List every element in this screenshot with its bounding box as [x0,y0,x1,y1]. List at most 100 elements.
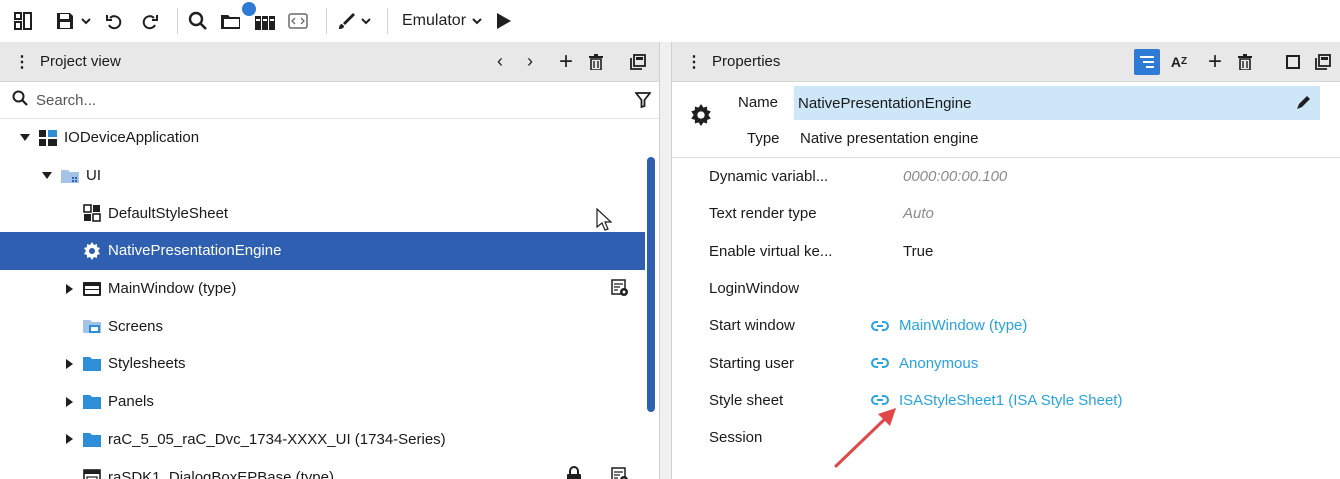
property-label: Starting user [709,354,795,372]
property-label: Dynamic variabl... [709,168,829,186]
caret-collapsed-icon[interactable] [62,283,76,294]
pencil-icon[interactable] [1294,94,1312,116]
redo-icon[interactable] [139,6,159,36]
type-label: Type [747,130,780,147]
popout-window-icon[interactable] [1308,47,1338,77]
name-row: Name NativePresentationEngine [672,86,1340,120]
tree-item-label: IODeviceApplication [64,129,200,147]
name-value: NativePresentationEngine [798,94,972,112]
folder-icon[interactable] [220,6,242,36]
popout-window-icon[interactable] [623,47,653,77]
toolbar-divider [46,8,47,34]
filter-icon[interactable] [635,92,651,108]
property-row-style-sheet[interactable]: Style sheet ISAStyleSheet1 (ISA Style Sh… [672,382,1340,419]
add-icon[interactable]: + [551,47,581,77]
search-icon [12,90,28,110]
tree-item-label: Screens [108,317,164,335]
name-field[interactable]: NativePresentationEngine [794,86,1320,120]
property-row-text-render-type[interactable]: Text render type Auto [672,195,1340,232]
group-by-category-icon[interactable] [1134,48,1160,75]
property-value[interactable]: Auto [903,205,934,222]
tree-item-stylesheets[interactable]: Stylesheets [0,345,659,383]
code-icon[interactable] [288,6,308,36]
project-view-panel: ⋮ Project view ‹ › + IODevic [0,42,660,479]
brush-icon[interactable] [337,6,357,36]
tree-item-iodeviceapplication[interactable]: IODeviceApplication [0,119,659,157]
tree-item-rac-1734-series[interactable]: raC_5_05_raC_Dvc_1734-XXXX_UI (1734-Seri… [0,421,659,459]
caret-expanded-icon[interactable] [18,134,32,142]
kebab-menu-icon[interactable]: ⋮ [686,52,702,72]
chevron-down-icon[interactable] [81,6,91,36]
delete-icon[interactable] [1230,47,1260,77]
project-tree: IODeviceApplication UI DefaultStyleSheet… [0,119,659,479]
tree-item-screens[interactable]: Screens [0,307,659,345]
search-input[interactable] [36,91,596,109]
type-editor-icon[interactable] [611,279,629,297]
add-icon[interactable]: + [1200,47,1230,77]
property-row-start-window[interactable]: Start window MainWindow (type) [672,307,1340,344]
tree-item-label: UI [86,167,101,185]
caret-expanded-icon[interactable] [40,172,54,180]
property-link[interactable]: Anonymous [871,355,978,372]
tree-item-ui[interactable]: UI [0,157,659,195]
link-icon [871,394,889,406]
kebab-menu-icon[interactable]: ⋮ [14,52,30,72]
link-icon [871,320,889,332]
type-editor-icon[interactable] [611,467,629,479]
property-link[interactable]: MainWindow (type) [871,317,1027,334]
sort-alphabetical-icon[interactable]: AZ [1164,47,1194,77]
notification-badge-icon [242,2,256,16]
emulator-dropdown[interactable]: Emulator [402,12,466,30]
layout-icon[interactable] [14,6,32,36]
chevron-down-icon[interactable] [361,6,371,36]
property-label: Style sheet [709,391,784,409]
toolbar-divider [387,8,388,34]
tree-item-defaultstylesheet[interactable]: DefaultStyleSheet [0,194,659,232]
delete-icon[interactable] [581,47,611,77]
tree-item-label: MainWindow (type) [108,280,237,298]
folder-icon [82,392,102,412]
property-row-starting-user[interactable]: Starting user Anonymous [672,344,1340,381]
property-row-login-window[interactable]: LoginWindow [672,270,1340,307]
property-link[interactable]: ISAStyleSheet1 (ISA Style Sheet) [871,392,1122,409]
toolbar-divider [326,8,327,34]
search-bar [0,82,659,119]
caret-collapsed-icon[interactable] [62,434,76,445]
property-label: Enable virtual ke... [709,242,833,260]
window-icon [82,279,102,299]
property-row-session[interactable]: Session [672,419,1340,456]
tree-item-rasdk1-dialogbox[interactable]: raSDK1_DialogBoxEPBase (type) [0,458,659,479]
play-icon[interactable] [496,6,512,36]
property-label: Session [709,429,763,447]
tree-item-mainwindow[interactable]: MainWindow (type) [0,270,659,308]
ui-folder-icon [60,166,80,186]
tree-item-panels[interactable]: Panels [0,383,659,421]
property-list: Dynamic variabl... 0000:00:00.100 Text r… [672,158,1340,456]
search-icon[interactable] [188,6,208,36]
tree-item-nativepresentationengine[interactable]: NativePresentationEngine [0,232,645,270]
chevron-left-icon[interactable]: ‹ [485,47,515,77]
dialog-icon [82,467,102,479]
property-label: Start window [709,317,795,335]
tree-scrollbar[interactable] [647,157,655,412]
property-value[interactable]: True [903,243,933,260]
type-value: Native presentation engine [800,130,979,147]
chevron-right-icon[interactable]: › [515,47,545,77]
library-icon[interactable] [242,2,276,36]
panel-splitter[interactable] [660,42,671,479]
caret-collapsed-icon[interactable] [62,358,76,369]
undo-icon[interactable] [105,6,125,36]
save-icon[interactable] [55,6,75,36]
properties-header: ⋮ Properties AZ + [672,42,1340,82]
caret-collapsed-icon[interactable] [62,396,76,407]
property-row-dynamic-variable[interactable]: Dynamic variabl... 0000:00:00.100 [672,158,1340,195]
main-toolbar: Emulator [0,0,1340,42]
property-value[interactable]: 0000:00:00.100 [903,168,1007,185]
panel-title: Project view [40,53,121,70]
chevron-down-icon[interactable] [472,6,482,36]
tree-item-label: DefaultStyleSheet [108,204,229,222]
maximize-icon[interactable] [1278,47,1308,77]
tree-item-label: raC_5_05_raC_Dvc_1734-XXXX_UI (1734-Seri… [108,430,446,448]
tree-item-label: Stylesheets [108,355,186,373]
property-row-enable-virtual-keyboard[interactable]: Enable virtual ke... True [672,233,1340,270]
